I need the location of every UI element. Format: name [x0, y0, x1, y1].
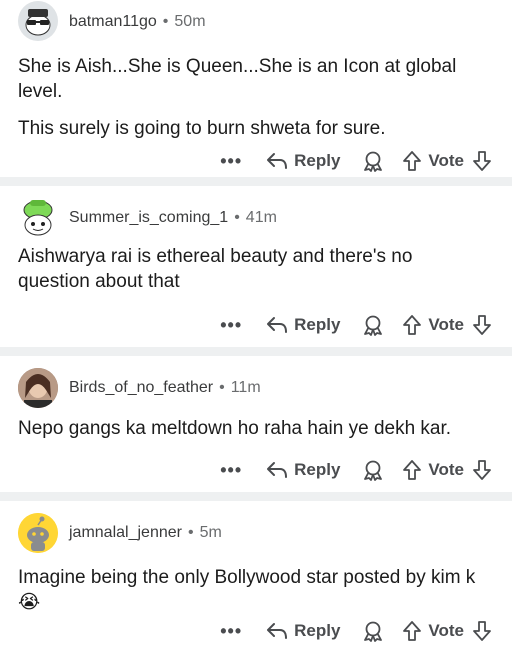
- award-button[interactable]: [362, 620, 384, 642]
- upvote-button[interactable]: Vote: [402, 459, 464, 481]
- vote-label: Vote: [428, 151, 464, 170]
- reply-icon: [267, 317, 288, 333]
- vote-label: Vote: [428, 315, 464, 334]
- comment: batman11go • 50m She is Aish...She is Qu…: [0, 0, 512, 177]
- award-button[interactable]: [362, 150, 384, 172]
- comment: Summer_is_coming_1 • 41m Aishwarya rai i…: [0, 186, 512, 347]
- reply-button[interactable]: Reply: [266, 315, 340, 335]
- comment-header: batman11go • 50m: [18, 0, 492, 44]
- comment-paragraph: Imagine being the only Bollywood star po…: [18, 567, 476, 613]
- upvote-icon: [403, 151, 422, 171]
- comment-divider: [0, 347, 512, 356]
- reply-button[interactable]: Reply: [266, 460, 340, 480]
- reply-button[interactable]: Reply: [266, 621, 340, 641]
- comment: Birds_of_no_feather • 11m Nepo gangs ka …: [0, 356, 512, 492]
- reply-label: Reply: [294, 315, 341, 334]
- upvote-button[interactable]: Vote: [402, 150, 464, 172]
- comment-paragraph: Nepo gangs ka meltdown ho raha hain ye d…: [18, 418, 452, 439]
- comment-time: 5m: [199, 524, 222, 541]
- comment-header: Birds_of_no_feather • 11m: [18, 356, 492, 410]
- meta-separator: •: [219, 379, 225, 396]
- comment-actions: ••• Reply Vote: [220, 143, 492, 179]
- reply-label: Reply: [294, 151, 341, 170]
- comment-author[interactable]: batman11go: [69, 13, 157, 31]
- comment-author[interactable]: Summer_is_coming_1: [69, 209, 228, 227]
- downvote-icon: [473, 460, 491, 480]
- more-options-button[interactable]: •••: [220, 460, 242, 481]
- downvote-button[interactable]: [472, 150, 492, 172]
- comment-body: Aishwarya rai is ethereal beauty and the…: [18, 244, 492, 294]
- upvote-button[interactable]: Vote: [402, 314, 464, 336]
- comment-actions: ••• Reply Vote: [220, 452, 492, 488]
- reply-icon: [267, 153, 288, 169]
- sunglasses-snoo-icon: [18, 1, 58, 41]
- comment-header: jamnalal_jenner • 5m: [18, 501, 492, 555]
- comment-author[interactable]: jamnalal_jenner: [69, 524, 182, 542]
- downvote-button[interactable]: [472, 620, 492, 642]
- reply-label: Reply: [294, 621, 341, 640]
- comment-paragraph: She is Aish...She is Queen...She is an I…: [18, 56, 457, 102]
- comment-actions: ••• Reply Vote: [220, 307, 492, 343]
- upvote-icon: [403, 315, 422, 335]
- reply-label: Reply: [294, 460, 341, 479]
- comment-body: She is Aish...She is Queen...She is an I…: [18, 54, 492, 141]
- yellow-snoo-icon: [18, 513, 58, 553]
- meta-separator: •: [234, 209, 240, 226]
- more-options-button[interactable]: •••: [220, 621, 242, 642]
- user-avatar[interactable]: [18, 1, 58, 41]
- downvote-icon: [473, 621, 491, 641]
- downvote-icon: [473, 315, 491, 335]
- reply-icon: [267, 462, 288, 478]
- comment-paragraph: This surely is going to burn shweta for …: [18, 118, 386, 139]
- reply-button[interactable]: Reply: [266, 151, 340, 171]
- comment-time: 11m: [230, 379, 261, 396]
- downvote-icon: [473, 151, 491, 171]
- comment-paragraph: Aishwarya rai is ethereal beauty and the…: [18, 246, 413, 292]
- comment-author[interactable]: Birds_of_no_feather: [69, 379, 213, 397]
- comment-divider: [0, 492, 512, 501]
- upvote-icon: [403, 460, 422, 480]
- photo-avatar-icon: [18, 368, 58, 408]
- upvote-button[interactable]: Vote: [402, 620, 464, 642]
- user-avatar[interactable]: [18, 198, 58, 238]
- award-icon: [364, 460, 383, 481]
- comment-header: Summer_is_coming_1 • 41m: [18, 186, 492, 240]
- award-button[interactable]: [362, 459, 384, 481]
- downvote-button[interactable]: [472, 314, 492, 336]
- award-icon: [364, 315, 383, 336]
- award-icon: [364, 151, 383, 172]
- meta-separator: •: [162, 13, 169, 30]
- more-options-button[interactable]: •••: [220, 151, 242, 172]
- reply-icon: [267, 623, 288, 639]
- user-avatar[interactable]: [18, 368, 58, 408]
- vote-label: Vote: [428, 621, 464, 640]
- comment-body: Nepo gangs ka meltdown ho raha hain ye d…: [18, 416, 492, 441]
- more-options-button[interactable]: •••: [220, 315, 242, 336]
- downvote-button[interactable]: [472, 459, 492, 481]
- comment: jamnalal_jenner • 5m Imagine being the o…: [0, 501, 512, 653]
- award-button[interactable]: [362, 314, 384, 336]
- comment-time: 50m: [174, 13, 206, 30]
- award-icon: [364, 621, 383, 642]
- comment-body: Imagine being the only Bollywood star po…: [18, 565, 492, 615]
- green-hat-snoo-icon: [23, 200, 53, 236]
- upvote-icon: [403, 621, 422, 641]
- meta-separator: •: [187, 524, 194, 541]
- user-avatar[interactable]: [18, 513, 58, 553]
- vote-label: Vote: [428, 460, 464, 479]
- comment-time: 41m: [245, 209, 277, 226]
